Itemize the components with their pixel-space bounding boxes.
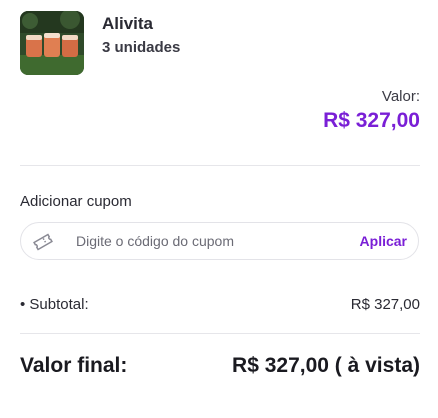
cart-item: Alivita 3 unidades xyxy=(20,11,418,75)
final-total-label: Valor final: xyxy=(20,354,128,377)
product-name: Alivita xyxy=(102,14,154,33)
coupon-input[interactable] xyxy=(76,224,346,258)
divider xyxy=(20,333,420,334)
ticket-icon xyxy=(32,232,54,252)
final-total-value: R$ 327,00 ( à vista) xyxy=(232,354,420,377)
product-quantity: 3 unidades xyxy=(102,39,181,56)
subtotal-label: • Subtotal: xyxy=(20,296,89,313)
apply-coupon-button[interactable]: Aplicar xyxy=(360,233,407,249)
subtotal-value: R$ 327,00 xyxy=(350,296,420,313)
coupon-field: Aplicar xyxy=(20,222,419,260)
price-block: Valor: R$ 327,00 xyxy=(323,88,420,133)
price-value: R$ 327,00 xyxy=(323,109,420,132)
product-image xyxy=(20,11,84,75)
coupon-title: Adicionar cupom xyxy=(20,193,132,210)
price-label: Valor: xyxy=(381,88,420,105)
divider xyxy=(20,165,420,166)
